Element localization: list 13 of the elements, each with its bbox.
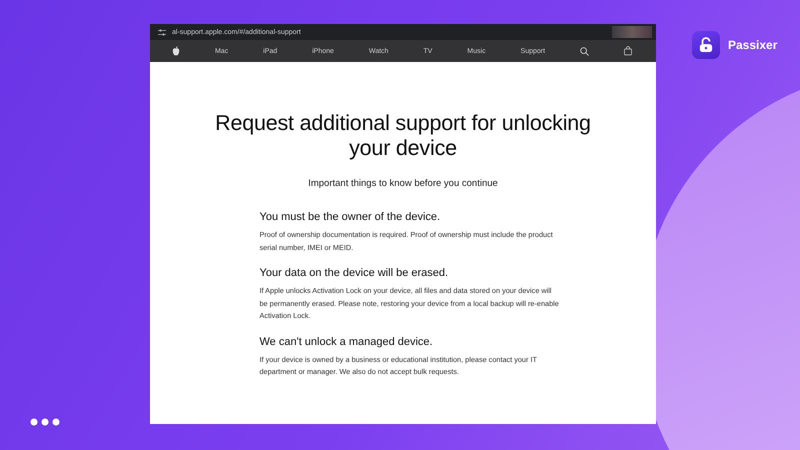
section-heading: Your data on the device will be erased. bbox=[260, 267, 450, 279]
search-icon[interactable] bbox=[580, 46, 590, 56]
section-heading: We can't unlock a managed device. bbox=[260, 336, 434, 348]
apple-icon[interactable] bbox=[172, 46, 180, 56]
dots-icon bbox=[30, 418, 60, 426]
blurred-block bbox=[612, 26, 652, 38]
page-title: Request additional support for unlocking your device bbox=[214, 111, 592, 161]
brand-name: Passixer bbox=[728, 38, 778, 52]
site-settings-icon[interactable] bbox=[158, 28, 166, 36]
padlock-app-icon bbox=[692, 31, 720, 59]
bag-icon[interactable] bbox=[624, 46, 632, 56]
section-heading: You must be the owner of the device. bbox=[260, 211, 442, 223]
page-subtitle: Important things to know before you continue bbox=[308, 178, 498, 189]
